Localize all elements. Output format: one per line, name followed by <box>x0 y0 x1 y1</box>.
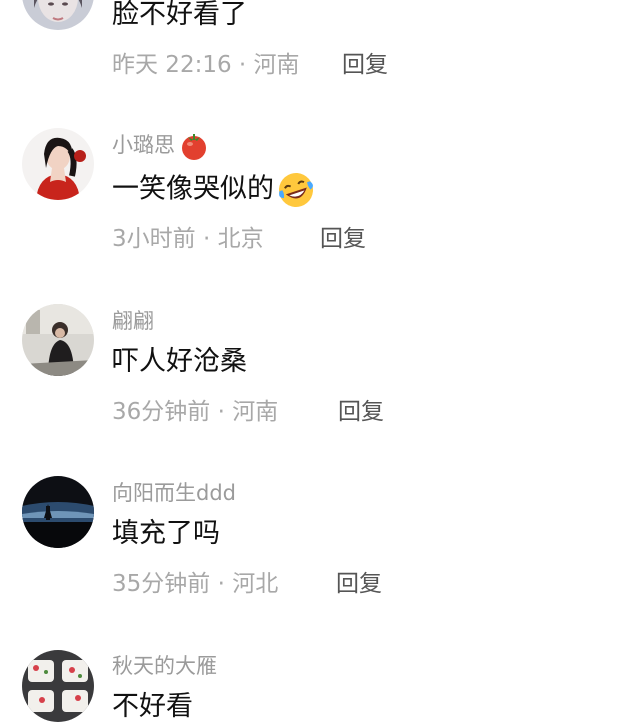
comment-meta: 35分钟前 · 河北 <box>112 569 278 599</box>
tomato-icon <box>182 134 206 160</box>
meta-separator: · <box>210 571 233 597</box>
comment-text: 不好看 <box>112 691 193 722</box>
comment-location: 河南 <box>253 52 300 78</box>
comment-text: 脸不好看了 <box>112 0 247 30</box>
comment-text: 一笑像哭似的 <box>112 170 316 210</box>
avatar-woman-seated-icon <box>22 304 94 376</box>
reply-button[interactable]: 回复 <box>320 224 366 254</box>
comment-meta: 36分钟前 · 河南 <box>112 397 278 427</box>
meta-separator: · <box>210 399 233 425</box>
comment-location: 河北 <box>232 571 279 597</box>
avatar-night-scene-icon <box>22 476 94 548</box>
user-avatar[interactable] <box>22 650 94 722</box>
avatar-woman-pale-icon <box>22 0 94 30</box>
meta-separator: · <box>195 226 218 252</box>
comment-meta: 昨天 22:16 · 河南 <box>112 50 300 80</box>
comment-location: 河南 <box>232 399 279 425</box>
comment-username[interactable]: 翩翩 <box>112 307 154 335</box>
avatar-floral-cups-icon <box>22 650 94 722</box>
user-avatar[interactable] <box>22 128 94 200</box>
comment-username[interactable]: 秋天的大雁 <box>112 652 217 680</box>
user-avatar[interactable] <box>22 0 94 30</box>
comment-time: 昨天 22:16 <box>112 52 232 78</box>
comment-time: 36分钟前 <box>112 399 211 425</box>
reply-button[interactable]: 回复 <box>342 50 388 80</box>
laughing-crying-emoji-icon <box>279 173 313 207</box>
comment-location: 北京 <box>217 226 264 252</box>
user-avatar[interactable] <box>22 476 94 548</box>
comment-meta: 3小时前 · 北京 <box>112 224 264 254</box>
reply-button[interactable]: 回复 <box>336 569 382 599</box>
meta-separator: · <box>231 52 254 78</box>
user-avatar[interactable] <box>22 304 94 376</box>
comment-time: 35分钟前 <box>112 571 211 597</box>
reply-button[interactable]: 回复 <box>338 397 384 427</box>
comment-username[interactable]: 向阳而生ddd <box>112 479 236 507</box>
comment-username[interactable]: 小璐思 <box>112 131 209 161</box>
comment-text: 填充了吗 <box>112 518 220 549</box>
avatar-woman-red-dress-icon <box>22 128 94 200</box>
comment-text: 吓人好沧桑 <box>112 346 247 377</box>
comment-time: 3小时前 <box>112 226 196 252</box>
